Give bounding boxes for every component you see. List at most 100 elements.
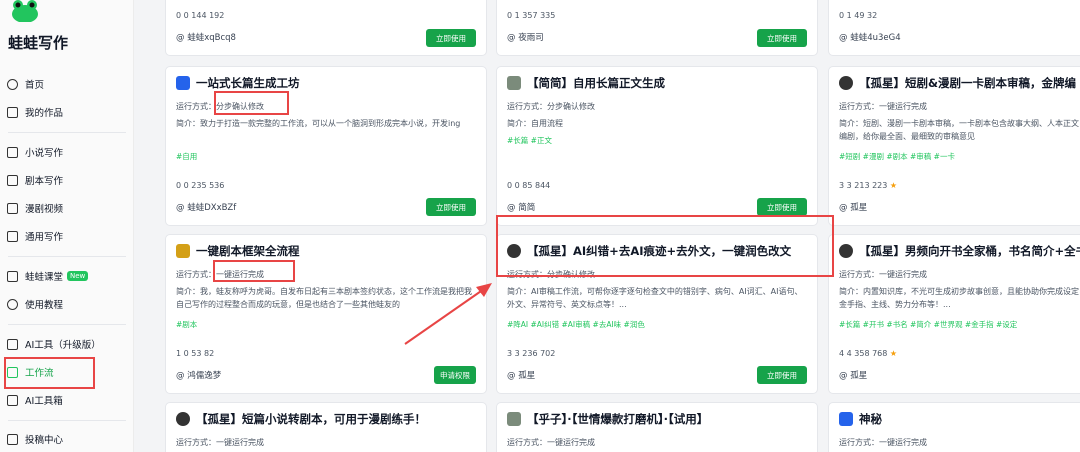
use-button[interactable]: 立即使用 bbox=[426, 198, 476, 216]
nav-label: 剧本写作 bbox=[25, 176, 64, 187]
card-stats-text: 4 4 358 768 bbox=[839, 349, 888, 358]
use-button[interactable]: 立即使用 bbox=[757, 198, 807, 216]
nav-workflow[interactable]: 工作流 bbox=[7, 362, 54, 382]
help-icon bbox=[7, 298, 18, 310]
card-title-text: 【孤星】短篇小说转剧本，可用于漫剧练手！ bbox=[196, 412, 426, 426]
workflow-icon bbox=[7, 366, 18, 378]
card-stats: 0 0 85 844 bbox=[507, 181, 551, 190]
card-stats: 0 0 235 536 bbox=[176, 181, 225, 190]
workflow-card[interactable]: 【孤星】AI纠错+去AI痕迹+去外文，一键润色改文 运行方式：分步确认修改 简介… bbox=[496, 234, 818, 394]
avatar-icon bbox=[176, 244, 190, 258]
workflow-card[interactable]: 【简简】自用长篇正文生成 运行方式：分步确认修改 简介：自用流程 #长篇 #正文… bbox=[496, 66, 818, 226]
workflow-card[interactable]: 【乎子】·【世情爆款打磨机】·【试用】 运行方式：一键运行完成 bbox=[496, 402, 818, 452]
use-button[interactable]: 立即使用 bbox=[426, 29, 476, 47]
card-tags: #长篇 #开书 #书名 #简介 #世界观 #金手指 #设定 bbox=[839, 320, 1018, 329]
card-description: 简介：致力于打造一款完整的工作流，可以从一个脑洞到形成完本小说，开发ing bbox=[176, 119, 461, 128]
run-mode: 运行方式：一键运行完成 bbox=[507, 438, 595, 447]
edit-icon bbox=[176, 76, 190, 90]
run-mode: 运行方式：一键运行完成 bbox=[839, 270, 927, 279]
use-button[interactable]: 立即使用 bbox=[757, 29, 807, 47]
workflow-card[interactable]: 0 1 49 32 @ 蛙蛙4u3eG4 bbox=[828, 0, 1080, 56]
card-author: @ 孤星 bbox=[507, 371, 536, 381]
request-access-button[interactable]: 申请权限 bbox=[434, 366, 476, 384]
card-tags: #长篇 #正文 bbox=[507, 136, 552, 145]
card-stats: 0 1 357 335 bbox=[507, 11, 556, 20]
card-author: @ 孤星 bbox=[839, 371, 868, 381]
nav-comic-video[interactable]: 漫剧视频 bbox=[7, 198, 63, 218]
card-tags: #剧本 bbox=[176, 320, 198, 329]
frog-logo-icon bbox=[12, 0, 38, 22]
workflow-card[interactable]: 0 0 144 192 @ 蛙蛙xqBcq8 立即使用 bbox=[165, 0, 487, 56]
nav-label: 漫剧视频 bbox=[25, 204, 64, 215]
card-title-text: 一键剧本框架全流程 bbox=[196, 244, 300, 258]
nav-ai-toolbox[interactable]: AI工具箱 bbox=[7, 390, 63, 410]
nav-label: 我的作品 bbox=[25, 108, 64, 119]
sidebar: 蛙蛙写作 首页 我的作品 小说写作 剧本写作 漫剧视频 通用写作 蛙蛙课堂 New… bbox=[0, 0, 134, 452]
card-author: @ 鸿儒逸梦 bbox=[176, 371, 222, 381]
card-title: 【简简】自用长篇正文生成 bbox=[507, 75, 665, 91]
card-title: 【孤星】男频向开书全家桶，书名简介+全书 bbox=[839, 243, 1080, 259]
card-title-text: 【孤星】AI纠错+去AI痕迹+去外文，一键润色改文 bbox=[527, 244, 792, 258]
card-author: @ 蛙蛙xqBcq8 bbox=[176, 33, 236, 43]
card-author: @ 蛙蛙DXxBZf bbox=[176, 203, 237, 213]
nav-label: 通用写作 bbox=[25, 232, 64, 243]
workflow-card[interactable]: 0 1 357 335 @ 夜雨司 立即使用 bbox=[496, 0, 818, 56]
script-icon bbox=[7, 174, 18, 186]
run-mode: 运行方式：一键运行完成 bbox=[839, 102, 927, 111]
nav-script-writing[interactable]: 剧本写作 bbox=[7, 170, 63, 190]
card-description: 简介：自用流程 bbox=[507, 119, 563, 128]
card-title: 一键剧本框架全流程 bbox=[176, 243, 300, 259]
video-icon bbox=[7, 202, 18, 214]
nav-my-works[interactable]: 我的作品 bbox=[7, 102, 63, 122]
card-stats: 3 3 236 702 bbox=[507, 349, 556, 358]
card-title-text: 【孤星】短剧&漫剧一卡剧本审稿，金牌编 bbox=[859, 76, 1077, 90]
nav-novel-writing[interactable]: 小说写作 bbox=[7, 142, 63, 162]
workflow-card[interactable]: 神秘 运行方式：一键运行完成 bbox=[828, 402, 1080, 452]
pen-icon bbox=[7, 230, 18, 242]
card-stats: 0 1 49 32 bbox=[839, 11, 878, 20]
star-icon: ★ bbox=[889, 349, 898, 358]
card-title-text: 【简简】自用长篇正文生成 bbox=[527, 76, 665, 90]
card-description: 简介：内置知识库，不光可生成初步故事创意，且能协助你完成设定，包括世界观、金手指… bbox=[839, 287, 1080, 309]
nav-general-writing[interactable]: 通用写作 bbox=[7, 226, 63, 246]
run-mode: 运行方式：一键运行完成 bbox=[176, 270, 264, 279]
card-title: 神秘 bbox=[839, 411, 882, 427]
nav-divider bbox=[8, 324, 126, 325]
toolbox-icon bbox=[7, 394, 18, 406]
card-description: 简介：我，蛙友称呼为虎哥。自发布日起有三本剧本签约状态，这个工作流是我把我自己写… bbox=[176, 287, 472, 309]
workflow-card[interactable]: 【孤星】短篇小说转剧本，可用于漫剧练手！ 运行方式：一键运行完成 bbox=[165, 402, 487, 452]
brand-name: 蛙蛙写作 bbox=[8, 34, 69, 52]
card-tags: #降AI #AI纠错 #AI审稿 #去AI味 #润色 bbox=[507, 320, 645, 329]
run-mode: 运行方式：分步确认修改 bbox=[507, 102, 595, 111]
card-title: 【孤星】AI纠错+去AI痕迹+去外文，一键润色改文 bbox=[507, 243, 791, 259]
card-tags: #短剧 #漫剧 #剧本 #审稿 #一卡 bbox=[839, 152, 955, 161]
card-author: @ 夜雨司 bbox=[507, 33, 544, 43]
nav-label: 工作流 bbox=[25, 368, 54, 379]
card-stats: 0 0 144 192 bbox=[176, 11, 225, 20]
book-icon bbox=[7, 106, 18, 118]
nav-home[interactable]: 首页 bbox=[7, 74, 44, 94]
nav-label: 蛙蛙课堂 bbox=[25, 272, 64, 283]
nav-classroom[interactable]: 蛙蛙课堂 New bbox=[7, 266, 89, 286]
run-mode: 运行方式：一键运行完成 bbox=[839, 438, 927, 447]
use-button[interactable]: 立即使用 bbox=[757, 366, 807, 384]
workflow-card[interactable]: 一站式长篇生成工坊 运行方式：分步确认修改 简介：致力于打造一款完整的工作流，可… bbox=[165, 66, 487, 226]
avatar-icon bbox=[176, 412, 190, 426]
card-title: 【乎子】·【世情爆款打磨机】·【试用】 bbox=[507, 411, 708, 427]
card-title: 【孤星】短剧&漫剧一卡剧本审稿，金牌编 bbox=[839, 75, 1076, 91]
avatar-icon bbox=[507, 76, 521, 90]
nav-label: 首页 bbox=[25, 80, 45, 91]
workflow-card[interactable]: 一键剧本框架全流程 运行方式：一键运行完成 简介：我，蛙友称呼为虎哥。自发布日起… bbox=[165, 234, 487, 394]
card-title: 【孤星】短篇小说转剧本，可用于漫剧练手！ bbox=[176, 411, 426, 427]
nav-label: AI工具（升级版） bbox=[25, 340, 101, 351]
nav-tutorial[interactable]: 使用教程 bbox=[7, 294, 63, 314]
graduation-cap-icon bbox=[7, 270, 18, 282]
edit-icon bbox=[839, 412, 853, 426]
new-badge: New bbox=[67, 271, 89, 281]
nav-submission[interactable]: 投稿中心 bbox=[7, 429, 63, 449]
nav-ai-tools-upgraded[interactable]: AI工具（升级版） bbox=[7, 334, 101, 354]
workflow-card[interactable]: 【孤星】男频向开书全家桶，书名简介+全书 运行方式：一键运行完成 简介：内置知识… bbox=[828, 234, 1080, 394]
card-author: @ 简简 bbox=[507, 203, 536, 213]
ai-icon bbox=[7, 338, 18, 350]
workflow-card[interactable]: 【孤星】短剧&漫剧一卡剧本审稿，金牌编 运行方式：一键运行完成 简介：短剧、漫剧… bbox=[828, 66, 1080, 226]
